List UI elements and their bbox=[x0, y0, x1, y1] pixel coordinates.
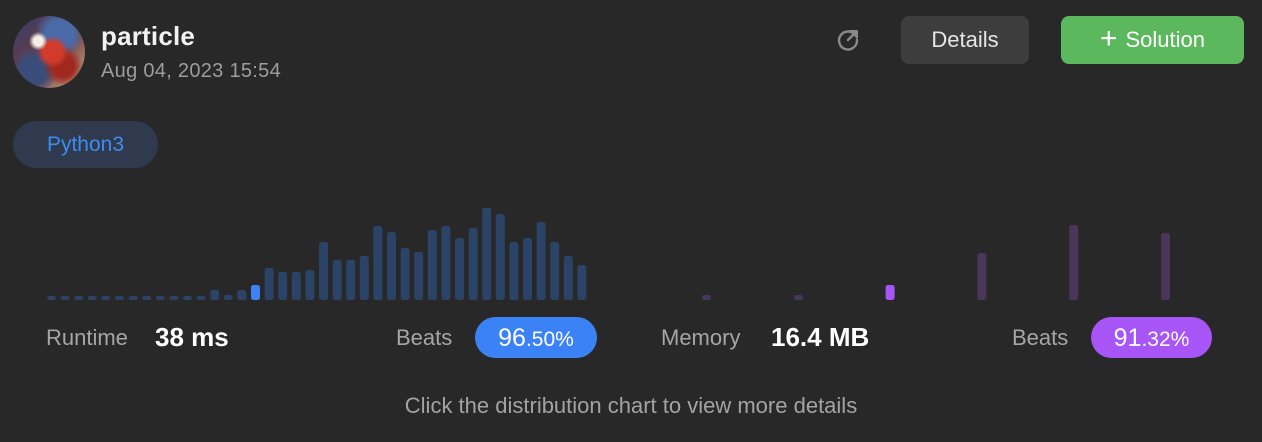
memory-bar[interactable] bbox=[977, 253, 987, 300]
chart-hint: Click the distribution chart to view mor… bbox=[404, 393, 858, 418]
runtime-bar[interactable] bbox=[128, 296, 138, 300]
runtime-bar[interactable] bbox=[264, 268, 274, 300]
runtime-bar[interactable] bbox=[142, 296, 152, 300]
memory-bar[interactable] bbox=[793, 295, 803, 300]
runtime-bar[interactable] bbox=[210, 290, 220, 300]
runtime-bar[interactable] bbox=[495, 214, 505, 300]
runtime-bar[interactable] bbox=[414, 252, 424, 300]
memory-bar[interactable] bbox=[885, 285, 895, 300]
memory-distribution-bars bbox=[702, 225, 1170, 300]
runtime-distribution-bars bbox=[47, 208, 587, 300]
runtime-bar[interactable] bbox=[468, 228, 478, 300]
runtime-beats-label: Beats bbox=[396, 325, 453, 350]
runtime-bar[interactable] bbox=[115, 296, 124, 300]
runtime-bar[interactable] bbox=[563, 256, 573, 300]
language-tag[interactable]: Python3 bbox=[13, 121, 158, 168]
runtime-bar[interactable] bbox=[305, 270, 315, 300]
runtime-bar[interactable] bbox=[251, 285, 260, 300]
add-solution-button[interactable]: + Solution bbox=[1061, 16, 1244, 64]
runtime-bar[interactable] bbox=[223, 295, 233, 300]
runtime-bar[interactable] bbox=[509, 242, 519, 300]
memory-bar[interactable] bbox=[702, 295, 711, 300]
details-button[interactable]: Details bbox=[901, 16, 1029, 64]
runtime-bar[interactable] bbox=[536, 222, 546, 300]
memory-beats-label: Beats bbox=[1012, 325, 1069, 350]
runtime-bar[interactable] bbox=[359, 256, 369, 300]
runtime-bar[interactable] bbox=[577, 265, 587, 300]
runtime-bar[interactable] bbox=[87, 296, 97, 300]
runtime-bar[interactable] bbox=[523, 238, 532, 300]
runtime-bar[interactable] bbox=[60, 296, 70, 300]
runtime-bar[interactable] bbox=[550, 242, 560, 300]
runtime-bar[interactable] bbox=[169, 296, 179, 300]
runtime-bar[interactable] bbox=[74, 296, 84, 300]
runtime-label: Runtime bbox=[46, 325, 128, 350]
runtime-bar[interactable] bbox=[278, 272, 288, 300]
plus-icon: + bbox=[1099, 21, 1118, 55]
memory-label: Memory bbox=[661, 325, 741, 350]
runtime-bar[interactable] bbox=[346, 260, 356, 300]
runtime-bar[interactable] bbox=[332, 260, 342, 300]
runtime-bar[interactable] bbox=[196, 296, 206, 300]
submission-timestamp: Aug 04, 2023 15:54 bbox=[101, 60, 281, 82]
distribution-chart[interactable] bbox=[0, 195, 1262, 305]
runtime-bar[interactable] bbox=[237, 290, 247, 300]
refresh-icon bbox=[837, 30, 859, 51]
memory-bar[interactable] bbox=[1161, 233, 1170, 300]
runtime-bar[interactable] bbox=[441, 226, 451, 300]
runtime-bar[interactable] bbox=[183, 296, 192, 300]
runtime-bar[interactable] bbox=[101, 296, 111, 300]
memory-beats-badge: 91.32% bbox=[1091, 317, 1212, 358]
runtime-bar[interactable] bbox=[427, 230, 437, 300]
runtime-bar[interactable] bbox=[400, 248, 410, 300]
runtime-bar[interactable] bbox=[319, 242, 328, 300]
user-name[interactable]: particle bbox=[101, 21, 195, 52]
memory-bar[interactable] bbox=[1069, 225, 1079, 300]
runtime-beats-badge: 96.50% bbox=[475, 317, 597, 358]
runtime-bar[interactable] bbox=[373, 226, 383, 300]
runtime-value: 38 ms bbox=[155, 322, 229, 352]
runtime-bar[interactable] bbox=[455, 238, 464, 300]
solution-label: Solution bbox=[1125, 27, 1206, 52]
runtime-bar[interactable] bbox=[482, 208, 492, 300]
runtime-bar[interactable] bbox=[47, 296, 56, 300]
runtime-bar[interactable] bbox=[155, 296, 165, 300]
refresh-button[interactable] bbox=[834, 26, 862, 54]
runtime-bar[interactable] bbox=[387, 232, 396, 300]
avatar[interactable] bbox=[13, 16, 85, 88]
memory-value: 16.4 MB bbox=[771, 322, 870, 352]
runtime-bar[interactable] bbox=[291, 272, 301, 300]
